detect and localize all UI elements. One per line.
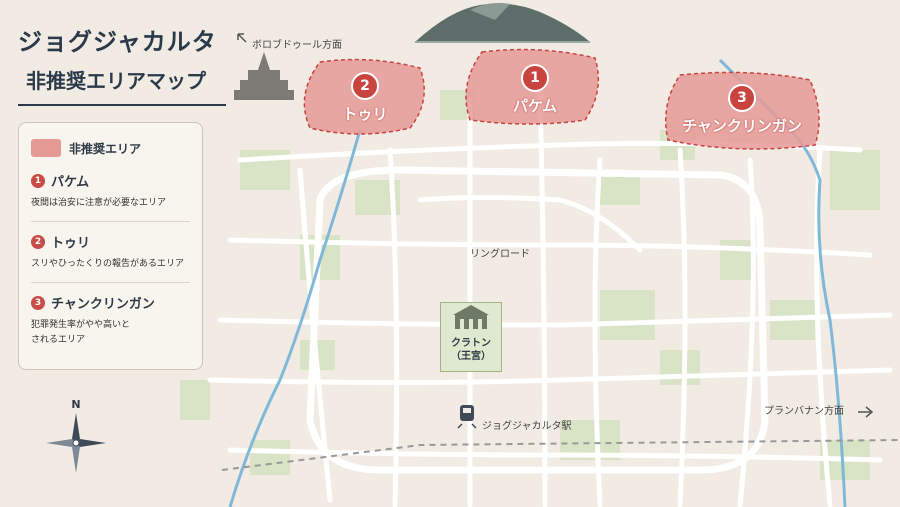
- train-icon: [457, 405, 477, 429]
- borobudur-direction-label: ボロブドゥール方面: [252, 40, 342, 51]
- legend-panel: 非推奨エリア 1 パケム 夜間は治安に注意が必要なエリア 2 トゥリ スリやひっ…: [18, 122, 203, 370]
- zone-label-pakem[interactable]: 1 パケム: [495, 64, 575, 116]
- mountain-icon: [415, 2, 590, 43]
- title-divider: [18, 104, 226, 106]
- zone-name: パケム: [513, 97, 557, 115]
- legend-item-name: チャンクリンガン: [51, 297, 155, 312]
- title-block: ジョグジャカルタ 非推奨エリアマップ: [18, 22, 230, 106]
- legend-number-badge: 2: [31, 234, 45, 249]
- compass-north-label: N: [71, 398, 81, 411]
- prambanan-direction-label: プランバナン方面: [764, 406, 844, 417]
- legend-item-chankringan: 3 チャンクリンガン 犯罪発生率がやや高いと されるエリア: [31, 293, 190, 358]
- kraton-label-line1: クラトン: [451, 338, 491, 349]
- zone-label-tori[interactable]: 2 トゥリ: [330, 72, 400, 124]
- station-label: ジョグジャカルタ駅: [482, 421, 572, 432]
- zone-number-badge: 3: [728, 84, 756, 112]
- kraton-marker[interactable]: クラトン （王宮）: [440, 302, 502, 372]
- zone-name: トゥリ: [342, 105, 388, 123]
- legend-item-description: 夜間は治安に注意が必要なエリア: [31, 198, 167, 208]
- zone-name: チャンクリンガン: [682, 117, 802, 135]
- legend-item-description: スリやひったくりの報告があるエリア: [31, 259, 185, 269]
- zone-number-badge: 2: [351, 72, 379, 100]
- compass-icon: N: [44, 398, 108, 478]
- kraton-label-line2: （王宮）: [451, 351, 491, 362]
- kraton-palace-icon: [453, 305, 489, 329]
- legend-desc-line1: 犯罪発生率がやや高いと: [31, 320, 131, 330]
- page-title: ジョグジャカルタ: [18, 28, 217, 56]
- legend-desc-line2: されるエリア: [31, 335, 86, 345]
- roads: [207, 87, 893, 507]
- legend-item-description: 犯罪発生率がやや高いと されるエリア: [31, 318, 190, 348]
- legend-number-badge: 3: [31, 295, 45, 310]
- legend-item-name: トゥリ: [51, 236, 91, 251]
- page-subtitle: 非推奨エリアマップ: [26, 69, 206, 93]
- legend-swatch: [31, 139, 61, 157]
- legend-item-pakem: 1 パケム 夜間は治安に注意が必要なエリア: [31, 171, 190, 222]
- legend-item-name: パケム: [51, 175, 90, 190]
- legend-key-label: 非推奨エリア: [69, 141, 142, 156]
- zone-label-chankringan[interactable]: 3 チャンクリンガン: [672, 84, 812, 136]
- legend-number-badge: 1: [31, 173, 45, 188]
- legend-item-tori: 2 トゥリ スリやひったくりの報告があるエリア: [31, 232, 190, 283]
- zone-number-badge: 1: [521, 64, 549, 92]
- legend-key: 非推奨エリア: [31, 135, 190, 161]
- temple-icon: [234, 52, 294, 100]
- ring-road-label: リングロード: [470, 249, 530, 260]
